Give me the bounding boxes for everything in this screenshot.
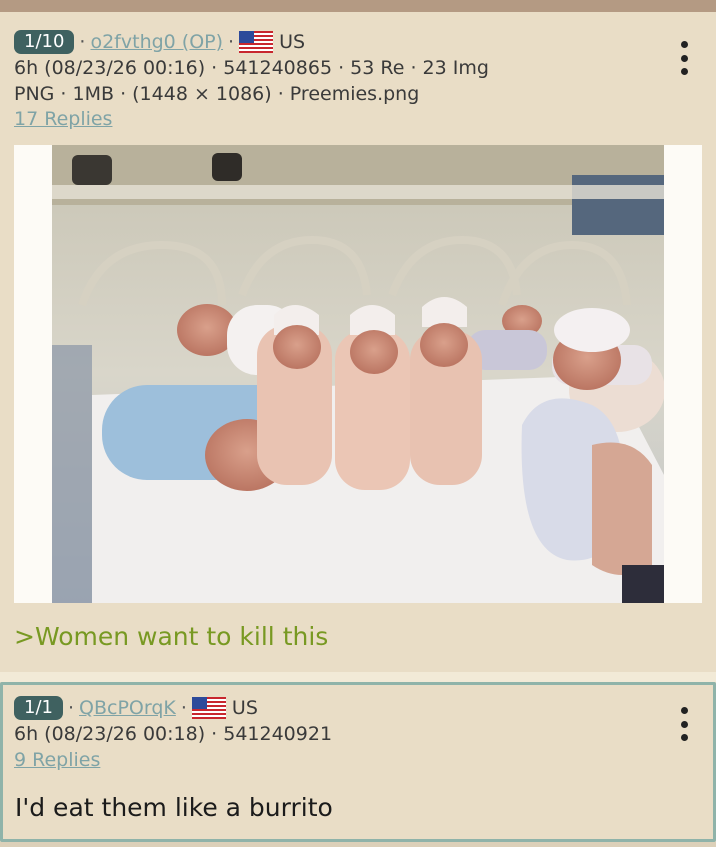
bottom-divider bbox=[0, 842, 716, 847]
more-options-icon[interactable] bbox=[674, 707, 694, 741]
greentext-quote: >Women want to kill this bbox=[14, 622, 329, 651]
post-image[interactable] bbox=[52, 145, 664, 603]
post-header: 1/1 · QBcPOrqK · US bbox=[14, 696, 258, 720]
file-info-line[interactable]: PNG · 1MB · (1448 × 1086) · Preemies.png bbox=[14, 83, 419, 105]
replies-link[interactable]: 17 Replies bbox=[14, 108, 112, 130]
post-index-badge: 1/10 bbox=[14, 30, 75, 54]
post-index-badge: 1/1 bbox=[14, 696, 63, 720]
us-flag-icon bbox=[239, 31, 274, 53]
post-body-text: I'd eat them like a burrito bbox=[15, 793, 333, 822]
top-bar bbox=[0, 0, 716, 12]
us-flag-icon bbox=[191, 697, 226, 719]
post-image-frame[interactable] bbox=[14, 145, 702, 603]
username-link[interactable]: o2fvthg0 (OP) bbox=[90, 31, 223, 53]
country-label: US bbox=[279, 31, 306, 53]
post-meta-line: 6h (08/23/26 00:16) · 541240865 · 53 Re … bbox=[14, 57, 489, 79]
post-meta-line: 6h (08/23/26 00:18) · 541240921 bbox=[14, 723, 333, 745]
more-options-icon[interactable] bbox=[674, 41, 694, 75]
op-post: 1/10 · o2fvthg0 (OP) · US 6h (08/23/26 0… bbox=[0, 12, 716, 672]
country-label: US bbox=[231, 697, 258, 719]
username-link[interactable]: QBcPOrqK bbox=[79, 697, 176, 719]
post-header: 1/10 · o2fvthg0 (OP) · US bbox=[14, 30, 305, 54]
post-divider bbox=[0, 672, 716, 682]
reply-post: 1/1 · QBcPOrqK · US 6h (08/23/26 00:18) … bbox=[0, 682, 716, 842]
replies-link[interactable]: 9 Replies bbox=[14, 749, 100, 771]
